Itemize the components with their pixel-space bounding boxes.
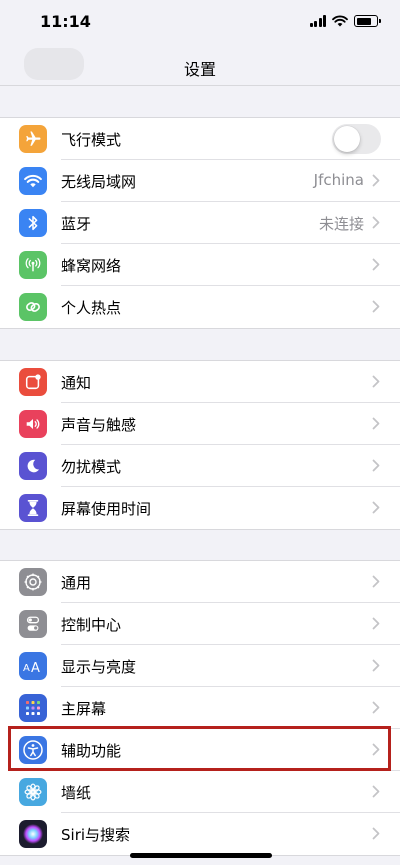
battery-icon: [354, 15, 381, 27]
settings-row[interactable]: 声音与触感: [0, 403, 400, 445]
settings-row[interactable]: 控制中心: [0, 603, 400, 645]
status-icons: [309, 15, 381, 27]
settings-row[interactable]: A A 显示与亮度: [0, 645, 400, 687]
svg-text:A: A: [23, 663, 30, 674]
settings-row[interactable]: 勿扰模式: [0, 445, 400, 487]
airplane-icon: [19, 125, 47, 153]
row-label: 屏幕使用时间: [61, 500, 152, 518]
chevron-right-icon: [372, 300, 380, 313]
page-title: 设置: [183, 60, 216, 79]
settings-row[interactable]: 墙纸: [0, 771, 400, 813]
chevron-right-icon: [372, 258, 380, 271]
navigation-bar: 设置: [0, 46, 400, 86]
speaker-icon: [19, 410, 47, 438]
bluetooth-icon: [19, 209, 47, 237]
home-grid-icon: [19, 694, 47, 722]
chevron-right-icon: [372, 575, 380, 588]
highlight-box: [8, 726, 391, 771]
switches-icon: [19, 610, 47, 638]
row-label: Siri与搜索: [61, 826, 131, 844]
chevron-right-icon: [372, 827, 380, 840]
wifi-icon: [19, 167, 47, 195]
chevron-right-icon: [372, 174, 380, 187]
row-label: 蜂窝网络: [61, 257, 122, 275]
settings-group-1: 飞行模式无线局域网 Jfchina 蓝牙 未连接蜂窝网络个人热点: [0, 117, 400, 329]
row-value: Jfchina: [313, 171, 364, 189]
settings-row[interactable]: 主屏幕: [0, 687, 400, 729]
hourglass-icon: [19, 494, 47, 522]
settings-row[interactable]: 通用: [0, 561, 400, 603]
cellular-signal-icon: [309, 15, 326, 27]
settings-row[interactable]: 蜂窝网络: [0, 244, 400, 286]
status-time: 11:14: [40, 12, 91, 31]
chevron-right-icon: [372, 459, 380, 472]
settings-row[interactable]: 通知: [0, 361, 400, 403]
row-label: 声音与触感: [61, 416, 137, 434]
airplane-mode-toggle[interactable]: [332, 124, 381, 154]
hotspot-link-icon: [19, 293, 47, 321]
text-size-icon: AA: [19, 652, 47, 680]
chevron-right-icon: [372, 216, 380, 229]
chevron-right-icon: [372, 417, 380, 430]
status-bar: 11:14: [0, 0, 400, 46]
row-label: 蓝牙: [61, 215, 92, 233]
row-label: 勿扰模式: [61, 458, 122, 476]
chevron-right-icon: [372, 659, 380, 672]
settings-row[interactable]: 屏幕使用时间: [0, 487, 400, 529]
notification-icon: [19, 368, 47, 396]
row-label: 飞行模式: [61, 131, 122, 149]
settings-row[interactable]: 飞行模式: [0, 118, 400, 160]
home-indicator: [130, 853, 272, 858]
chevron-right-icon: [372, 785, 380, 798]
settings-group-2: 通知声音与触感勿扰模式屏幕使用时间: [0, 360, 400, 530]
settings-row[interactable]: Siri与搜索: [0, 813, 400, 855]
toggle-knob: [334, 126, 360, 152]
antenna-icon: [19, 251, 47, 279]
row-label: 显示与亮度: [61, 658, 137, 676]
row-label: 通用: [61, 574, 92, 592]
svg-text:A: A: [31, 661, 40, 674]
moon-icon: [19, 452, 47, 480]
row-label: 通知: [61, 374, 92, 392]
siri-icon: [19, 820, 47, 848]
row-label: 主屏幕: [61, 700, 107, 718]
row-label: 个人热点: [61, 299, 122, 317]
flower-icon: [19, 778, 47, 806]
settings-group-3: 通用 控制中心 A A 显示与亮度 主屏幕 辅助功能 墙纸 Siri与搜索: [0, 560, 400, 856]
gear-icon: [19, 568, 47, 596]
chevron-right-icon: [372, 617, 380, 630]
row-label: 无线局域网: [61, 173, 137, 191]
row-label: 控制中心: [61, 616, 122, 634]
row-value: 未连接: [318, 215, 364, 233]
chevron-right-icon: [372, 701, 380, 714]
wifi-status-icon: [332, 15, 348, 27]
settings-row[interactable]: 无线局域网 Jfchina: [0, 160, 400, 202]
chevron-right-icon: [372, 501, 380, 514]
chevron-right-icon: [372, 375, 380, 388]
settings-row[interactable]: 个人热点: [0, 286, 400, 328]
settings-row[interactable]: 蓝牙 未连接: [0, 202, 400, 244]
row-label: 墙纸: [61, 784, 92, 802]
